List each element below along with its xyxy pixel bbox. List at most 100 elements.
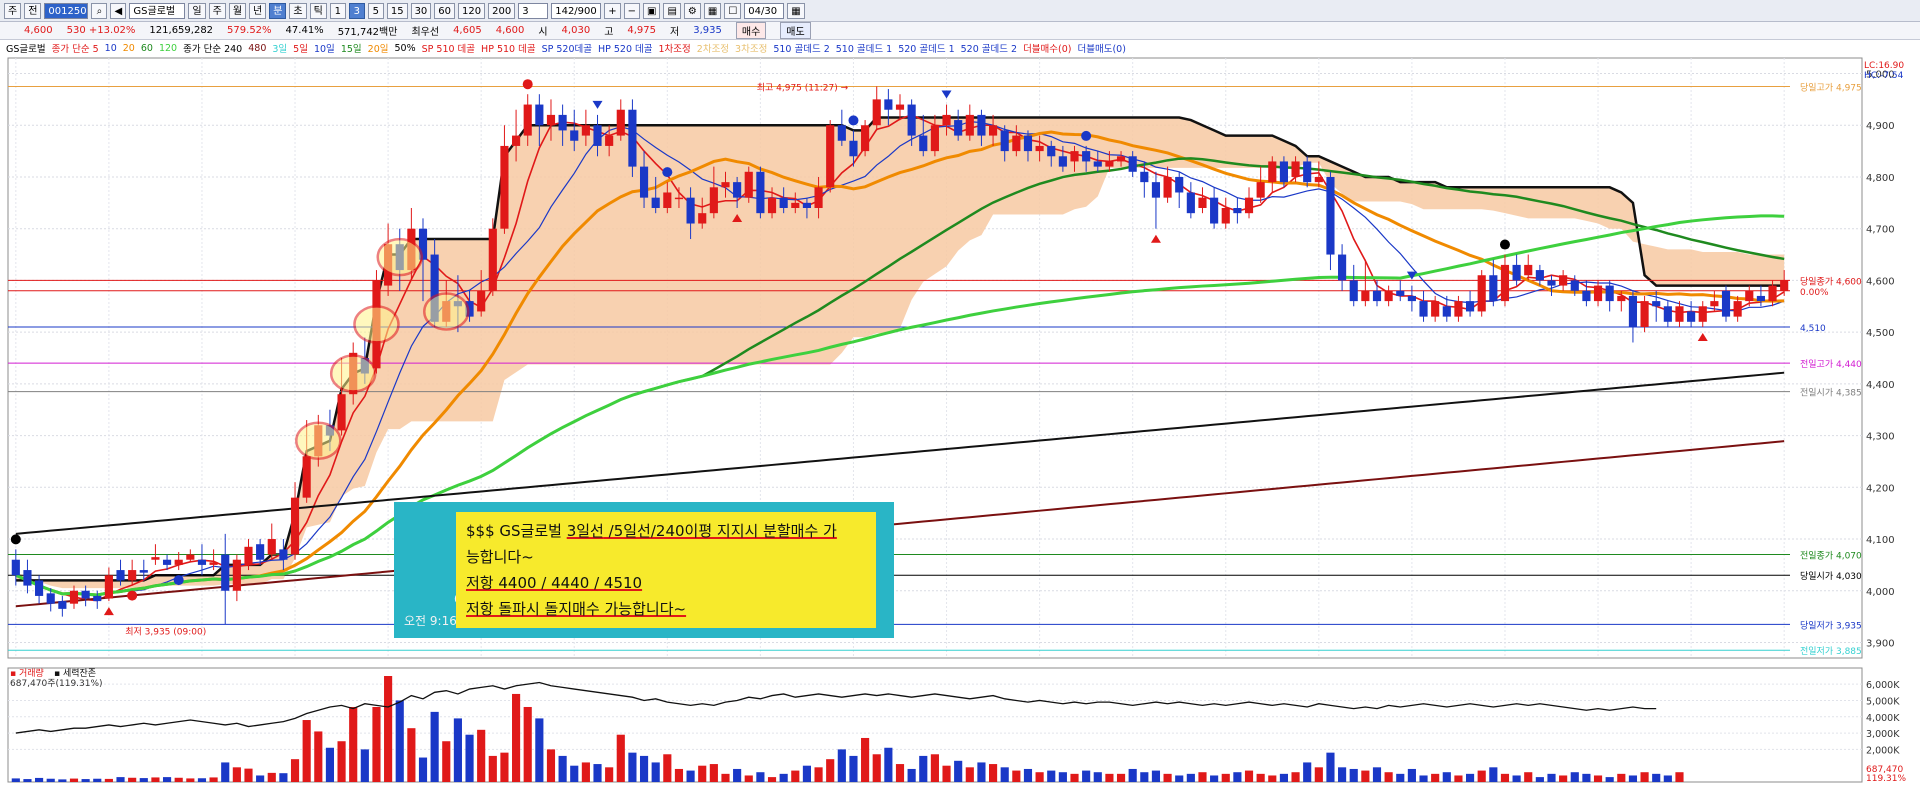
volume-bar bbox=[628, 752, 637, 782]
candle-body bbox=[1710, 301, 1719, 307]
highlight-ellipse bbox=[376, 237, 423, 277]
candle bbox=[1721, 285, 1731, 322]
callout-line-1b: 3일선 bbox=[566, 522, 604, 540]
candle-body bbox=[1442, 306, 1451, 317]
signal-dot bbox=[10, 534, 21, 545]
candle-body bbox=[1361, 290, 1370, 302]
hold-power-label: ▪ 세력잔존 bbox=[54, 667, 96, 679]
candle-body bbox=[267, 539, 276, 555]
volume-bar bbox=[35, 777, 44, 782]
candle bbox=[1477, 270, 1486, 317]
candle-body bbox=[1372, 290, 1382, 302]
volume-bar bbox=[1349, 768, 1358, 782]
volume-bar bbox=[500, 752, 509, 782]
candle-body bbox=[58, 601, 67, 609]
candle-body bbox=[1256, 182, 1265, 198]
volume-bar bbox=[977, 762, 986, 782]
volume-bar bbox=[930, 754, 939, 782]
volume-bar bbox=[1198, 772, 1207, 782]
volume-bar bbox=[1372, 767, 1382, 782]
candle-body bbox=[930, 125, 939, 152]
candle-body bbox=[1338, 254, 1347, 281]
candle-body bbox=[1163, 176, 1172, 198]
candle bbox=[1640, 295, 1649, 333]
candle-body bbox=[814, 187, 823, 208]
volume-bar bbox=[721, 773, 730, 782]
candle-body bbox=[546, 114, 556, 126]
signal-dot bbox=[522, 79, 533, 90]
volume-bar bbox=[1489, 767, 1498, 782]
candle-body bbox=[1233, 208, 1242, 214]
highlight-ellipse bbox=[423, 292, 470, 331]
volume-bar bbox=[1396, 773, 1405, 782]
volume-bar bbox=[1628, 775, 1638, 782]
volume-bar bbox=[895, 764, 905, 782]
candle-body bbox=[186, 554, 195, 560]
candle-body bbox=[1221, 208, 1230, 224]
candle-body bbox=[977, 114, 986, 136]
signal-dot bbox=[1081, 130, 1092, 141]
volume-bar bbox=[1477, 770, 1486, 782]
volume-value-label: 687,470주(119.31%) bbox=[10, 678, 103, 689]
callout-line-4: 저항 돌파시 돌지매수 가능합니다~ bbox=[466, 600, 687, 618]
candle-body bbox=[232, 559, 241, 591]
y-tick-label: 4,000 bbox=[1866, 587, 1895, 598]
signal-dot bbox=[662, 167, 673, 178]
y-tick-label: 4,800 bbox=[1866, 173, 1895, 184]
volume-bar bbox=[1210, 775, 1219, 782]
candle-body bbox=[1291, 161, 1300, 177]
candle-body bbox=[93, 595, 102, 602]
volume-bar bbox=[1047, 770, 1056, 782]
candle-body bbox=[558, 114, 567, 131]
candle-body bbox=[907, 104, 916, 136]
candle-body bbox=[1279, 161, 1288, 183]
volume-bar bbox=[395, 700, 404, 782]
candle bbox=[488, 218, 497, 296]
volume-bar bbox=[779, 773, 788, 782]
candle-body bbox=[1547, 280, 1556, 286]
candle-body bbox=[197, 559, 207, 565]
volume-bar bbox=[244, 768, 253, 782]
volume-current-pct: 119.31% bbox=[1866, 774, 1906, 784]
volume-bar bbox=[1605, 777, 1614, 782]
candle-body bbox=[488, 228, 497, 291]
candle-body bbox=[1128, 156, 1137, 172]
volume-bar bbox=[1128, 768, 1137, 782]
price-chart: 3,900 4,000 4,100 4,200 4,300 4,400 4,500 4,600… bbox=[7, 57, 1906, 784]
volume-bar bbox=[1582, 773, 1591, 782]
candle-body bbox=[1000, 130, 1009, 152]
volume-bar bbox=[1012, 770, 1021, 782]
volume-bar bbox=[872, 754, 881, 782]
candle-body bbox=[1151, 182, 1161, 198]
volume-bar bbox=[709, 764, 718, 782]
volume-bar bbox=[593, 764, 602, 782]
candle-body bbox=[1733, 301, 1742, 317]
comment-callout: 6 오전 9:16 $$$ GS글로벌 3일선 /5일선/240이평 지지시 분… bbox=[394, 502, 894, 638]
candle-body bbox=[116, 570, 125, 581]
volume-bar bbox=[698, 765, 707, 782]
candle-body bbox=[884, 99, 893, 110]
candle-body bbox=[837, 125, 846, 141]
candle-body bbox=[767, 197, 777, 214]
lc-label: LC:16.90 bbox=[1864, 61, 1904, 71]
volume-bar bbox=[1593, 775, 1603, 782]
reference-line-label: 당일고가 4,975 bbox=[1800, 82, 1862, 93]
candle-body bbox=[1500, 264, 1510, 302]
y-tick-label: 4,200 bbox=[1866, 483, 1895, 494]
volume-bar bbox=[104, 778, 113, 782]
candle bbox=[756, 166, 765, 219]
candle-body bbox=[69, 590, 79, 604]
highlight-ellipse bbox=[353, 305, 400, 344]
y-tick-label: 4,700 bbox=[1866, 225, 1895, 236]
volume-bar bbox=[1361, 770, 1370, 782]
volume-bar bbox=[81, 779, 90, 782]
candle-body bbox=[1384, 290, 1393, 302]
candle-body bbox=[1396, 290, 1405, 296]
reference-line-label: 당일시가 4,030 bbox=[1800, 571, 1862, 582]
volume-bar bbox=[151, 777, 160, 782]
volume-bar bbox=[1570, 772, 1579, 782]
y-tick-label: 4,400 bbox=[1866, 380, 1895, 391]
candle bbox=[861, 120, 870, 157]
volume-bar bbox=[1000, 767, 1009, 782]
volume-bar bbox=[1338, 767, 1347, 782]
